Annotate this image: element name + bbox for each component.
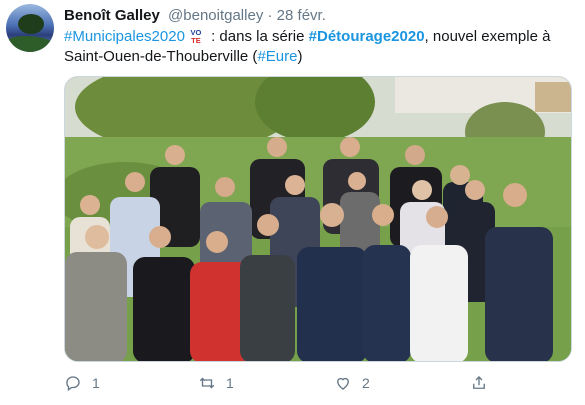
- tweet-actions: 1 1 2: [64, 372, 574, 394]
- avatar-hill: [6, 36, 54, 52]
- avatar-tree: [18, 14, 44, 34]
- retweet-button[interactable]: 1: [198, 372, 234, 394]
- hashtag-eure[interactable]: #Eure: [257, 48, 297, 65]
- tweet-photo[interactable]: [64, 76, 572, 362]
- text-part-3: ): [297, 48, 303, 65]
- author-name[interactable]: Benoît Galley: [64, 7, 160, 24]
- like-count: 2: [362, 375, 370, 391]
- share-button[interactable]: [470, 372, 488, 394]
- tweet-date[interactable]: 28 févr.: [277, 7, 326, 24]
- text-part-1: : dans la série: [206, 28, 309, 45]
- hashtag-municipales[interactable]: #Municipales2020: [64, 28, 185, 45]
- vote-emoji-icon: VO TE: [190, 28, 202, 45]
- group-photo-icon: [65, 77, 571, 361]
- reply-icon: [66, 376, 80, 392]
- reply-button[interactable]: 1: [64, 372, 100, 394]
- tweet-header: Benoît Galley @benoitgalley · 28 févr.: [64, 7, 326, 24]
- heart-icon: [337, 377, 349, 390]
- retweet-count: 1: [226, 375, 234, 391]
- reply-count: 1: [92, 375, 100, 391]
- tweet-text: #Municipales2020 VO TE : dans la série #Dé…: [64, 27, 574, 67]
- hashtag-detourage[interactable]: #Détourage2020: [309, 28, 425, 45]
- author-avatar[interactable]: [6, 4, 54, 52]
- like-button[interactable]: 2: [334, 372, 370, 394]
- share-icon: [473, 376, 485, 389]
- header-separator: ·: [267, 7, 273, 24]
- author-handle[interactable]: @benoitgalley: [168, 7, 263, 24]
- retweet-icon: [199, 377, 215, 389]
- tweet[interactable]: Benoît Galley @benoitgalley · 28 févr. #…: [0, 0, 585, 405]
